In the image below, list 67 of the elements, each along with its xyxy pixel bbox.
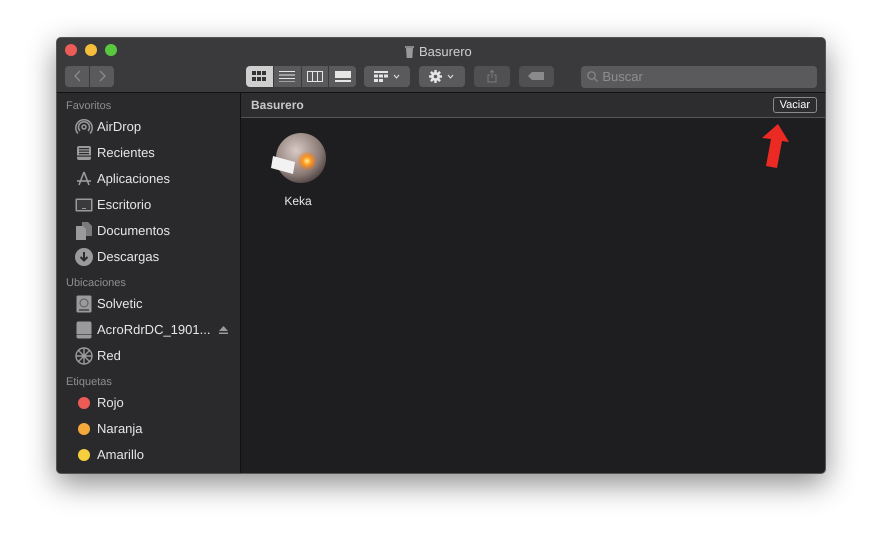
sidebar-item-label: Documentos xyxy=(97,222,170,240)
empty-trash-button[interactable]: Vaciar xyxy=(772,97,817,113)
sidebar-section-title: Etiquetas xyxy=(66,375,113,390)
sidebar-item-label: Rojo xyxy=(97,394,124,412)
sidebar-item-label: Red xyxy=(97,347,121,366)
chevron-right-icon xyxy=(98,70,106,82)
sidebar-item-label: Amarillo xyxy=(97,446,144,464)
eject-icon[interactable] xyxy=(219,326,228,334)
tray-icon xyxy=(76,145,92,161)
sidebar-item[interactable]: Amarillo xyxy=(66,442,240,468)
window-title: Basurero xyxy=(419,43,472,61)
sidebar-item-label: Aplicaciones xyxy=(97,170,170,188)
sidebar-section-title: Favoritos xyxy=(66,99,112,114)
gear-icon xyxy=(429,70,442,82)
back-button[interactable] xyxy=(65,66,89,86)
globe-icon xyxy=(75,347,93,365)
sidebar-item[interactable]: Naranja xyxy=(66,416,240,442)
sidebar-item[interactable]: Solvetic xyxy=(66,291,240,317)
desktop-icon xyxy=(75,198,93,212)
group-button[interactable] xyxy=(364,66,410,86)
gallery-icon xyxy=(334,70,351,82)
share-icon xyxy=(486,70,497,82)
sidebar-item[interactable]: Recientes xyxy=(66,140,240,166)
documents-icon xyxy=(76,222,92,240)
grid-icon xyxy=(252,71,266,81)
sidebar-item[interactable]: Aplicaciones xyxy=(66,166,240,192)
search-icon xyxy=(587,70,598,82)
view-mode-button[interactable] xyxy=(302,66,328,86)
sidebar-item-label: Recientes xyxy=(97,144,155,162)
sidebar-item[interactable]: Documentos xyxy=(66,218,240,244)
sidebar-item[interactable]: AirDrop xyxy=(66,114,240,140)
view-mode-button[interactable] xyxy=(329,66,356,86)
minimize-button[interactable] xyxy=(85,44,97,56)
tag-button[interactable] xyxy=(518,66,554,86)
folder-title: Basurero xyxy=(251,97,304,114)
apps-icon xyxy=(75,170,93,188)
action-button[interactable] xyxy=(419,66,465,86)
sidebar-item-label: AcroRdrDC_1901... xyxy=(97,321,210,340)
drive-icon xyxy=(76,321,92,339)
view-mode-button[interactable] xyxy=(274,66,301,86)
trash-icon xyxy=(405,46,414,58)
sidebar-item-label: Descargas xyxy=(97,248,160,266)
airdrop-icon xyxy=(75,118,93,136)
columns-icon xyxy=(307,70,324,82)
grid-icon xyxy=(374,70,388,82)
sidebar-item-label: AirDrop xyxy=(97,118,142,136)
caret-icon xyxy=(447,74,454,78)
sidebar-item[interactable]: Escritorio xyxy=(66,192,240,218)
list-icon xyxy=(279,70,296,82)
sidebar-item-label: Naranja xyxy=(97,420,143,438)
sidebar-item[interactable]: Descargas xyxy=(66,244,240,270)
sidebar-item-label: Solvetic xyxy=(97,295,143,314)
sidebar-section-title: Ubicaciones xyxy=(66,276,127,291)
file-name: Keka xyxy=(284,193,312,210)
zoom-button[interactable] xyxy=(105,44,117,56)
sidebar-item[interactable]: AcroRdrDC_1901... xyxy=(66,317,240,343)
sidebar-item-label: Escritorio xyxy=(97,196,152,214)
share-button[interactable] xyxy=(474,66,510,86)
sidebar-item[interactable]: Rojo xyxy=(66,390,240,416)
close-button[interactable] xyxy=(65,44,77,56)
sidebar-item[interactable]: Red xyxy=(66,343,240,369)
caret-icon xyxy=(393,74,400,78)
tag-icon xyxy=(528,72,544,80)
forward-button[interactable] xyxy=(90,66,114,86)
chevron-left-icon xyxy=(74,70,80,82)
view-mode-button[interactable] xyxy=(246,66,273,86)
download-icon xyxy=(75,248,93,266)
